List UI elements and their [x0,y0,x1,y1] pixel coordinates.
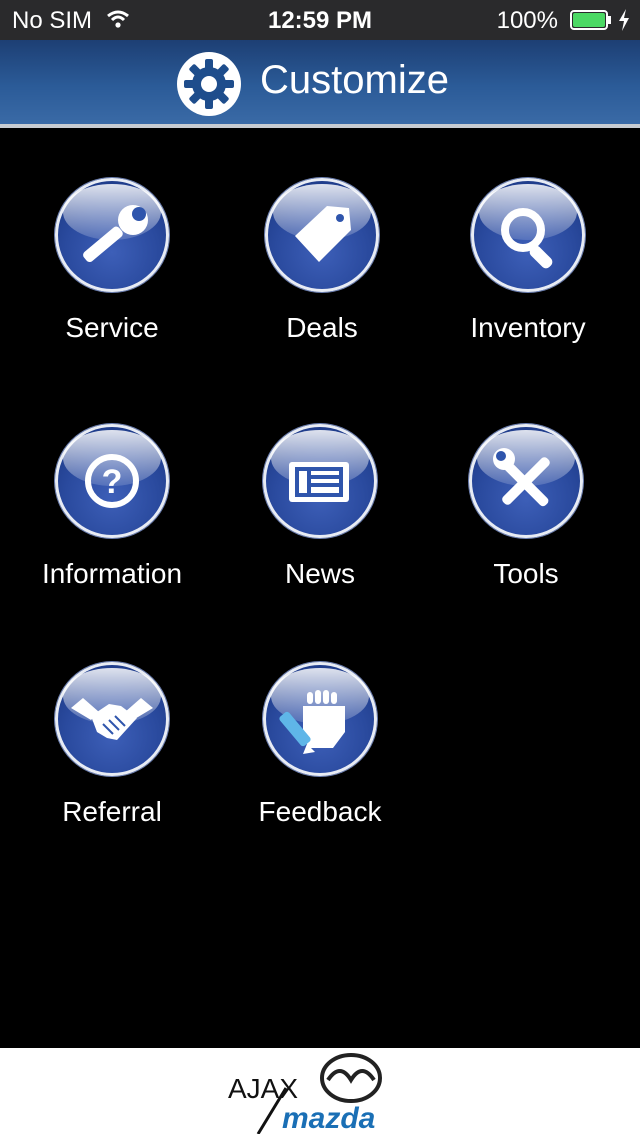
wifi-icon [107,10,129,28]
mazda-dealer-logo: AJAX mazda [228,1053,386,1134]
menu-item-label: Feedback [258,796,382,827]
battery-percent: 100% [496,7,558,34]
question-mark-icon: ? [85,454,139,508]
referral-orb[interactable] [55,662,169,776]
header-divider [0,124,640,128]
gear-icon [177,52,241,116]
brand-wordmark: mazda [282,1102,375,1134]
deals-orb[interactable] [265,178,379,292]
menu-item-inventory[interactable]: Inventory [428,178,628,398]
menu-item-tools[interactable]: Tools [426,424,626,644]
tools-orb[interactable] [469,424,583,538]
carrier-label: No SIM [12,7,93,34]
handshake-icon [71,698,153,740]
menu-item-label: Information [41,558,183,589]
menu-item-label: Service [65,312,159,343]
status-bar: No SIM 12:59 PM 100% [0,0,640,40]
nav-header: Customize [0,40,640,124]
feedback-orb[interactable] [263,662,377,776]
wrench-icon [83,205,148,263]
menu-item-label: Tools [493,558,559,589]
menu-item-deals[interactable]: Deals [222,178,422,398]
price-tag-icon [295,206,351,262]
inventory-orb[interactable] [471,178,585,292]
charging-bolt-icon [619,9,629,31]
wrench-screwdriver-icon [493,448,550,507]
magnifier-icon [501,208,553,269]
menu-item-news[interactable]: News [220,424,420,644]
battery-icon [570,10,611,30]
footer-banner: AJAX mazda [0,1048,640,1136]
menu-item-referral[interactable]: Referral [12,662,212,882]
menu-item-label: Inventory [470,312,586,343]
page-title: Customize [260,58,449,102]
menu-item-label: Deals [286,312,358,343]
menu-item-label: News [284,558,355,589]
menu-item-information[interactable]: ? Information [12,424,212,644]
menu-item-service[interactable]: Service [12,178,212,398]
mazda-emblem [320,1053,382,1103]
menu-item-feedback[interactable]: Feedback [220,662,420,882]
menu-item-label: Referral [62,796,162,827]
information-orb[interactable]: ? [55,424,169,538]
service-orb[interactable] [55,178,169,292]
svg-text:?: ? [102,463,123,501]
dealer-name: AJAX [228,1073,298,1104]
newspaper-icon [289,462,349,502]
pen-hand-icon [279,690,345,754]
news-orb[interactable] [263,424,377,538]
